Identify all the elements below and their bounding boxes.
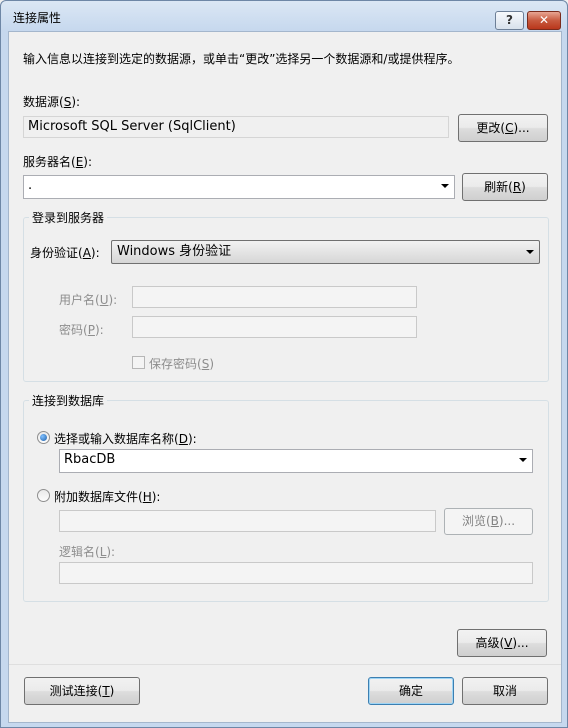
attach-db-label: 附加数据库文件(H): (54, 490, 161, 504)
divider (9, 664, 561, 665)
close-button[interactable]: ✕ (527, 11, 561, 30)
attach-db-radio[interactable] (37, 489, 50, 502)
password-label: 密码(P): (59, 323, 104, 337)
datasource-field: Microsoft SQL Server (SqlClient) (23, 116, 449, 138)
test-connection-button[interactable]: 测试连接(T) (24, 677, 140, 705)
username-label: 用户名(U): (59, 293, 118, 307)
server-name-label: 服务器名(E): (23, 155, 93, 169)
save-password-label: 保存密码(S) (149, 357, 214, 371)
advanced-button[interactable]: 高级(V)... (457, 629, 547, 657)
attach-file-input[interactable] (59, 510, 436, 532)
cancel-button[interactable]: 取消 (462, 677, 548, 705)
server-name-value: . (28, 178, 33, 193)
select-db-label: 选择或输入数据库名称(D): (54, 432, 197, 446)
login-group-title: 登录到服务器 (29, 209, 108, 226)
dialog-body: 输入信息以连接到选定的数据源，或单击“更改”选择另一个数据源和/或提供程序。 数… (8, 31, 562, 723)
logical-name-label: 逻辑名(L): (59, 545, 116, 559)
select-db-radio[interactable] (37, 431, 50, 444)
auth-value: Windows 身份验证 (117, 244, 232, 259)
connection-properties-dialog: 连接属性 ? ✕ 输入信息以连接到选定的数据源，或单击“更改”选择另一个数据源和… (0, 0, 568, 728)
auth-label: 身份验证(A): (30, 246, 100, 260)
password-input[interactable] (132, 316, 417, 338)
ok-button[interactable]: 确定 (368, 677, 454, 705)
server-name-combobox[interactable]: . (23, 175, 455, 199)
chevron-down-icon (526, 250, 534, 254)
refresh-button[interactable]: 刷新(R) (462, 173, 548, 201)
change-datasource-button[interactable]: 更改(C)... (458, 114, 548, 142)
radio-selected-dot (40, 434, 47, 441)
database-name-combobox[interactable]: RbacDB (59, 449, 533, 473)
username-input[interactable] (132, 286, 417, 308)
chevron-down-icon[interactable] (519, 458, 527, 462)
browse-button[interactable]: 浏览(B)... (444, 508, 533, 535)
save-password-checkbox[interactable] (132, 356, 145, 369)
auth-dropdown[interactable]: Windows 身份验证 (111, 240, 540, 264)
database-group-title: 连接到数据库 (29, 392, 108, 409)
title-bar[interactable]: 连接属性 ? ✕ (1, 1, 567, 31)
database-name-value: RbacDB (64, 452, 116, 467)
help-button[interactable]: ? (495, 11, 524, 30)
chevron-down-icon[interactable] (441, 184, 449, 188)
logical-name-input[interactable] (59, 562, 533, 584)
datasource-label: 数据源(S): (23, 95, 81, 109)
description-text: 输入信息以连接到选定的数据源，或单击“更改”选择另一个数据源和/或提供程序。 (23, 52, 460, 66)
window-title: 连接属性 (13, 11, 62, 25)
